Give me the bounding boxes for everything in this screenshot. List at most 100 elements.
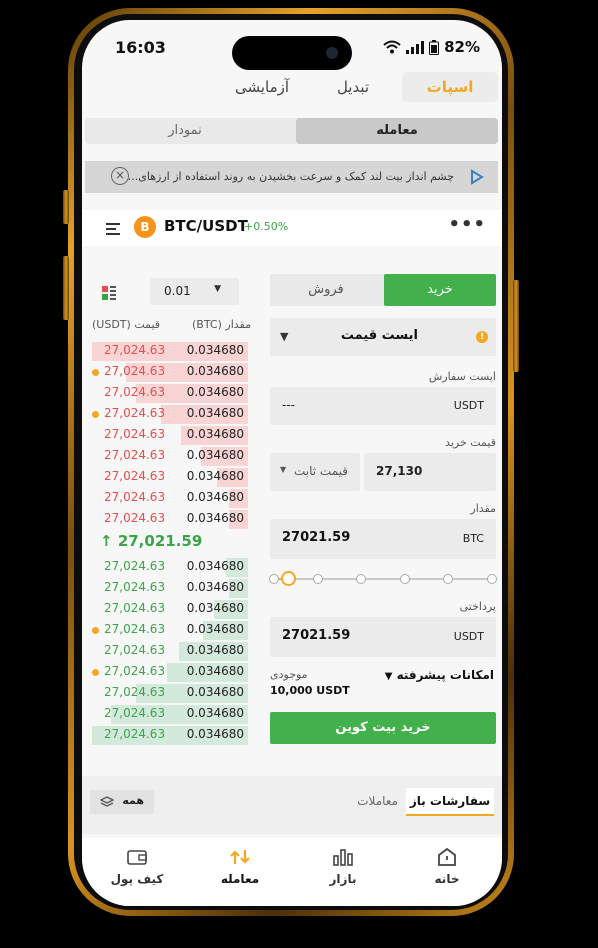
slider-stop[interactable] — [399, 574, 410, 584]
orderbook-price: 27,024.63 — [104, 385, 166, 399]
orderbook-price: 27,024.63 — [104, 364, 166, 378]
slider-track — [274, 578, 492, 580]
orderbook-row[interactable]: 27,024.63 0.034680 — [92, 578, 248, 598]
info-icon[interactable]: ! — [476, 331, 488, 343]
orderbook-row[interactable]: 27,024.63 0.034680 — [92, 509, 248, 529]
orderbook-row[interactable]: 27,024.63 0.034680 — [92, 362, 248, 382]
orderbook-price: 27,024.63 — [104, 664, 166, 678]
orderbook-row[interactable]: 27,024.63 0.034680 — [92, 467, 248, 487]
wifi-icon — [383, 40, 401, 54]
orderbook-row[interactable]: 27,024.63 0.034680 — [92, 341, 248, 361]
buy-tab[interactable]: خرید — [384, 274, 496, 306]
orderbook-row[interactable]: 27,024.63 0.034680 — [92, 557, 248, 577]
orderbook-row[interactable]: 27,024.63 0.034680 — [92, 425, 248, 445]
price-value: 27,130 — [376, 464, 423, 478]
orderbook-row[interactable]: 27,024.63 0.034680 — [92, 725, 248, 745]
last-price-value: 27,021.59 — [117, 532, 203, 550]
pay-unit: USDT — [453, 630, 484, 643]
arrow-up-icon: ↑ — [100, 532, 113, 550]
orderbook-price: 27,024.63 — [104, 490, 166, 504]
orderbook-qty: 0.034680 — [186, 427, 244, 441]
orderbook-price: 27,024.63 — [104, 343, 166, 357]
orderbook-row[interactable]: 27,024.63 0.034680 — [92, 383, 248, 403]
orderbook-row[interactable]: 27,024.63 0.034680 — [92, 599, 248, 619]
nav-home-label: خانه — [434, 872, 460, 886]
orderbook-row[interactable]: 27,024.63 0.034680 — [92, 662, 248, 682]
chevron-down-icon: ▼ — [280, 465, 287, 474]
tab-demo[interactable]: آزمایشی — [222, 72, 302, 102]
orderbook-price: 27,024.63 — [104, 511, 166, 525]
amount-label: مقدار — [470, 502, 496, 515]
pair-name[interactable]: BTC/USDT — [164, 217, 248, 235]
orderbook-row[interactable]: 27,024.63 0.034680 — [92, 488, 248, 508]
nav-trade[interactable]: معامله — [205, 838, 275, 886]
orderbook-row[interactable]: 27,024.63 0.034680 — [92, 620, 248, 640]
orderbook-qty: 0.034680 — [186, 511, 244, 525]
orderbook-qty: 0.034680 — [186, 685, 244, 699]
orderbook-header-qty: مقدار (BTC) — [192, 318, 251, 331]
pay-input[interactable]: 27021.59 USDT — [270, 617, 496, 657]
orderbook-qty: 0.034680 — [186, 559, 244, 573]
pair-header: B BTC/USDT +0.50% ••• — [82, 210, 502, 246]
pay-label: پرداختی — [459, 600, 496, 613]
announcement-banner[interactable]: چشم انداز بیت لند کمک و سرعت بخشیدن به ر… — [85, 161, 498, 193]
balance-value: 10,000 USDT — [270, 684, 350, 697]
amount-slider[interactable] — [269, 571, 497, 587]
orderbook-qty: 0.034680 — [186, 469, 244, 483]
camera-icon — [326, 47, 338, 59]
advanced-options-toggle[interactable]: امکانات پیشرفته ▼ — [385, 668, 494, 682]
tab-convert[interactable]: تبدیل — [318, 72, 388, 102]
buy-bitcoin-button[interactable]: خرید بیت کوین — [270, 712, 496, 744]
chevron-down-icon: ▼ — [384, 671, 393, 682]
slider-stop[interactable] — [443, 574, 454, 584]
orderbook-row[interactable]: 27,024.63 0.034680 — [92, 404, 248, 424]
tab-open-orders[interactable]: سفارشات باز — [406, 788, 494, 816]
price-input[interactable]: 27,130 — [364, 453, 496, 491]
tab-trades[interactable]: معاملات — [357, 794, 398, 808]
view-switch: معامله نمودار — [85, 118, 498, 144]
nav-market[interactable]: بازار — [308, 838, 378, 886]
close-icon[interactable]: × — [111, 167, 129, 185]
orderbook-price: 27,024.63 — [104, 469, 166, 483]
stop-input[interactable]: USDT --- — [270, 387, 496, 425]
slider-handle[interactable] — [281, 571, 297, 586]
orderbook-qty: 0.034680 — [186, 364, 244, 378]
tick-size-select[interactable]: 0.01 ▼ — [150, 278, 239, 305]
more-icon[interactable]: ••• — [448, 214, 486, 235]
slider-stop[interactable] — [356, 574, 367, 584]
stop-value: --- — [282, 398, 295, 412]
orderbook-qty: 0.034680 — [186, 448, 244, 462]
sell-tab[interactable]: فروش — [270, 274, 382, 306]
orderbook-price: 27,024.63 — [104, 643, 166, 657]
orderbook-row[interactable]: 27,024.63 0.034680 — [92, 641, 248, 661]
slider-stop[interactable] — [487, 574, 497, 584]
nav-home[interactable]: خانه — [412, 838, 482, 886]
nav-trade-label: معامله — [220, 872, 260, 886]
top-tabs: اسپات تبدیل آزمایشی — [82, 72, 502, 104]
orderbook-qty: 0.034680 — [186, 706, 244, 720]
orderbook-row[interactable]: 27,024.63 0.034680 — [92, 704, 248, 724]
phone-side-button — [63, 256, 69, 320]
price-mode-select[interactable]: قیمت ثابت ▼ — [270, 453, 360, 491]
pair-change: +0.50% — [244, 220, 289, 233]
orderbook-price: 27,024.63 — [104, 706, 166, 720]
orderbook-qty: 0.034680 — [186, 490, 244, 504]
orderbook-row[interactable]: 27,024.63 0.034680 — [92, 446, 248, 466]
order-type-select[interactable]: ! ایست قیمت ▼ — [270, 318, 496, 356]
tab-trade[interactable]: معامله — [296, 118, 498, 144]
orderbook-layout-icon[interactable] — [102, 286, 116, 300]
signal-icon — [406, 40, 425, 54]
nav-wallet[interactable]: کیف پول — [102, 838, 172, 886]
slider-stop[interactable] — [312, 574, 323, 584]
orderbook-qty: 0.034680 — [186, 622, 244, 636]
orderbook-row[interactable]: 27,024.63 0.034680 — [92, 683, 248, 703]
orderbook-qty: 0.034680 — [186, 385, 244, 399]
filter-select[interactable]: همه — [90, 790, 154, 814]
stop-label: ایست سفارش — [428, 370, 496, 383]
slider-stop[interactable] — [269, 574, 279, 584]
tab-chart[interactable]: نمودار — [85, 118, 285, 144]
menu-icon[interactable] — [106, 220, 122, 238]
amount-input[interactable]: 27021.59 BTC — [270, 519, 496, 559]
tab-spot[interactable]: اسپات — [402, 72, 498, 102]
bottom-nav: خانه بازار معامله کیف پول — [82, 838, 502, 906]
